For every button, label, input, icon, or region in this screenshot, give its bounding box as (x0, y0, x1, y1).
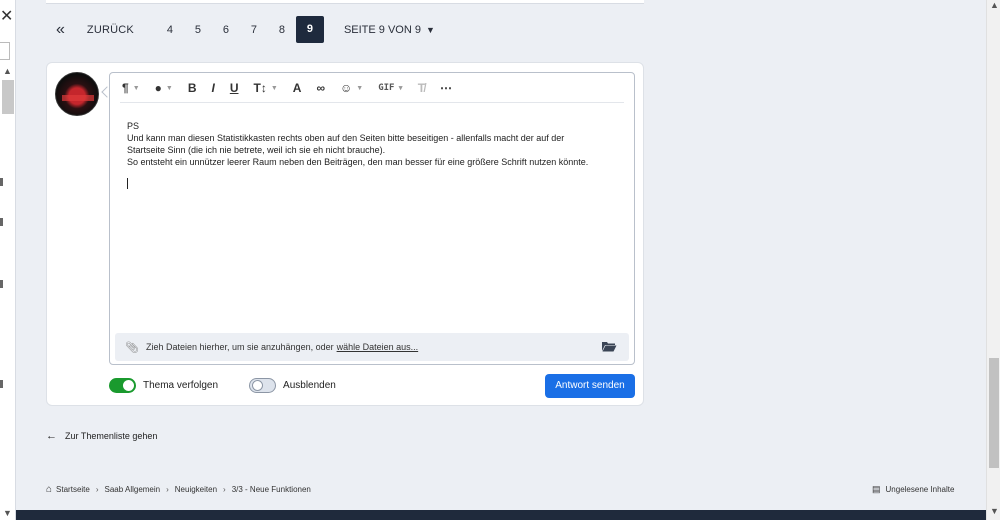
side-input-stub (0, 42, 10, 60)
text-fragment (0, 178, 3, 186)
editor-content[interactable]: PS Und kann man diesen Statistikkasten r… (127, 120, 627, 168)
content-line: Startseite Sinn (die ich nie betrete, we… (127, 145, 386, 155)
chevron-down-icon: ▼ (165, 84, 173, 92)
emoji-icon: ☺ (340, 81, 353, 95)
breadcrumb-item-current[interactable]: 3/3 - Neue Funktionen (232, 485, 311, 494)
link-button[interactable]: ∞ (316, 81, 325, 95)
editor-toolbar: ¶ ▼ ● ▼ B I U T↕ ▼ A ∞ ☺ ▼ GIF ▼ T̸ ⋯ (122, 79, 467, 97)
gif-label: GIF (378, 83, 395, 93)
text-size-icon: T↕ (253, 81, 267, 95)
document-icon: ▤ (872, 484, 881, 494)
font-color-icon: A (292, 81, 302, 95)
clear-format-icon: T̸ (417, 81, 426, 95)
chevron-down-icon: ▼ (356, 84, 364, 92)
chevron-down-icon: ▼ (270, 84, 278, 92)
side-scrollbar-thumb[interactable] (2, 80, 14, 114)
page-link-5[interactable]: 5 (184, 24, 212, 36)
gif-button[interactable]: GIF ▼ (378, 83, 402, 93)
follow-topic-label: Thema verfolgen (143, 380, 219, 391)
page-link-6[interactable]: 6 (212, 24, 240, 36)
paragraph-icon: ¶ (122, 81, 129, 95)
text-fragment (0, 380, 3, 388)
choose-files-link[interactable]: wähle Dateien aus... (337, 342, 419, 352)
chevron-down-icon: ▼ (398, 84, 403, 92)
page-jump-dropdown[interactable]: SEITE 9 VON 9 ▼ (344, 24, 435, 36)
pagination: « ZURÜCK 4 5 6 7 8 9 SEITE 9 VON 9 ▼ (56, 16, 435, 43)
back-button[interactable]: ZURÜCK (87, 24, 134, 36)
arrow-left-icon: ← (46, 430, 57, 442)
reply-options: Thema verfolgen Ausblenden (109, 378, 336, 393)
page-scrollbar[interactable]: ▲ ▼ (986, 0, 1000, 520)
scroll-up-icon[interactable]: ▲ (3, 66, 12, 76)
chevron-down-icon: ▼ (132, 84, 140, 92)
link-icon: ∞ (316, 81, 326, 95)
content-line: So entsteht ein unnützer leerer Raum neb… (127, 157, 589, 167)
breadcrumb-item[interactable]: Startseite (56, 485, 90, 494)
paragraph-format-button[interactable]: ¶ ▼ (122, 81, 140, 95)
avatar-detail (62, 95, 94, 101)
reply-editor[interactable]: ¶ ▼ ● ▼ B I U T↕ ▼ A ∞ ☺ ▼ GIF ▼ T̸ ⋯ PS Und … (109, 72, 635, 365)
emoji-button[interactable]: ☺ ▼ (340, 81, 363, 95)
chevron-right-icon: › (223, 485, 226, 494)
font-color-button[interactable]: A (293, 81, 302, 95)
breadcrumb: ⌂ Startseite › Saab Allgemein › Neuigkei… (46, 484, 311, 495)
chevron-right-icon: › (166, 485, 169, 494)
text-fragment (0, 280, 3, 288)
text-fragment (0, 218, 3, 226)
unread-content-link[interactable]: ▤ Ungelesene Inhalte (872, 484, 954, 495)
send-reply-button[interactable]: Antwort senden (545, 374, 635, 398)
bold-button[interactable]: B (188, 81, 197, 95)
unread-content-label: Ungelesene Inhalte (885, 485, 955, 494)
hide-label: Ausblenden (283, 380, 336, 391)
page-of-label: SEITE 9 VON 9 (343, 23, 421, 36)
scroll-up-icon[interactable]: ▲ (990, 0, 999, 10)
page-link-8[interactable]: 8 (268, 24, 296, 36)
footer-bar (16, 510, 986, 520)
chevron-right-icon: › (95, 485, 99, 494)
first-page-icon[interactable]: « (56, 21, 65, 39)
hide-toggle[interactable] (249, 378, 277, 393)
home-icon: ⌂ (46, 484, 53, 495)
underline-button[interactable]: U (230, 81, 239, 95)
style-icon: ● (154, 81, 162, 95)
back-to-topic-list-link[interactable]: ← Zur Themenliste gehen (46, 430, 157, 442)
clear-format-button[interactable]: T̸ (418, 81, 425, 95)
page-scrollbar-thumb[interactable] (989, 358, 999, 468)
folder-open-icon[interactable] (601, 340, 617, 352)
follow-topic-toggle[interactable] (109, 378, 136, 393)
italic-button[interactable]: I (211, 81, 214, 95)
attachment-dropzone[interactable]: 📎︎ Zieh Dateien hierher, um sie anzuhäng… (115, 333, 629, 361)
scroll-down-icon[interactable]: ▼ (990, 506, 999, 516)
page-link-current[interactable]: 9 (295, 16, 324, 43)
breadcrumb-item[interactable]: Neuigkeiten (175, 485, 217, 494)
paperclip-icon: 📎︎ (125, 341, 139, 354)
content-line: Und kann man diesen Statistikkasten rech… (127, 133, 565, 143)
text-size-button[interactable]: T↕ ▼ (254, 81, 278, 95)
content-line: PS (127, 121, 140, 131)
side-panel-edge: ✕ ▲ ▼ (0, 0, 16, 520)
breadcrumb-item[interactable]: Saab Allgemein (105, 485, 161, 494)
more-options-button[interactable]: ⋯ (440, 81, 452, 95)
text-cursor (127, 178, 128, 189)
scroll-down-icon[interactable]: ▼ (3, 508, 12, 518)
attach-text: Zieh Dateien hierher, um sie anzuhängen,… (145, 342, 334, 352)
avatar (55, 72, 99, 116)
close-icon[interactable]: ✕ (0, 6, 13, 26)
caret-down-icon: ▼ (425, 24, 435, 35)
page-link-4[interactable]: 4 (156, 24, 184, 36)
page-link-7[interactable]: 7 (240, 24, 268, 36)
more-icon: ⋯ (440, 81, 453, 95)
toolbar-divider (120, 102, 624, 103)
back-to-topic-list-label: Zur Themenliste gehen (65, 431, 158, 441)
previous-post-edge (46, 0, 644, 4)
style-button[interactable]: ● ▼ (155, 81, 173, 95)
